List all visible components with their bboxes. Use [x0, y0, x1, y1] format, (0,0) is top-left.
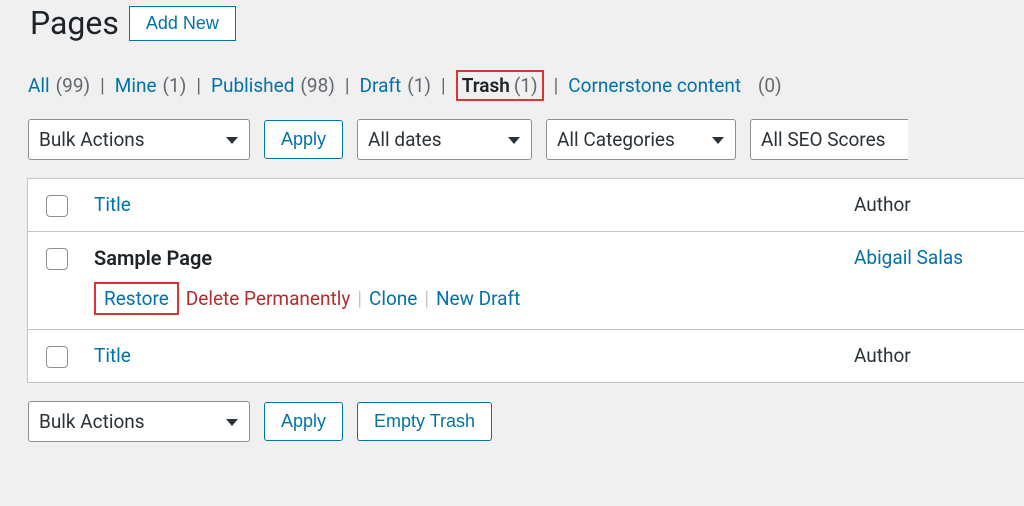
- dates-select[interactable]: All dates: [357, 119, 532, 160]
- separator: |: [550, 74, 563, 97]
- bulk-actions-select-wrap-bottom: Bulk Actions: [28, 401, 250, 442]
- filter-published[interactable]: Published: [211, 74, 294, 97]
- author-link[interactable]: Abigail Salas: [854, 246, 963, 269]
- column-author-header: Author: [854, 193, 911, 216]
- restore-highlight: Restore: [94, 282, 179, 315]
- separator: |: [192, 74, 205, 97]
- page-title: Pages: [30, 4, 119, 42]
- dates-select-wrap: All dates: [357, 119, 532, 160]
- empty-trash-button[interactable]: Empty Trash: [357, 402, 492, 441]
- row-title: Sample Page: [94, 246, 834, 282]
- add-new-button[interactable]: Add New: [129, 6, 236, 41]
- filter-all-count: (99): [56, 74, 90, 97]
- filter-draft-count: (1): [407, 74, 431, 97]
- filter-trash[interactable]: Trash: [462, 74, 510, 97]
- bulk-actions-select-bottom[interactable]: Bulk Actions: [28, 401, 250, 442]
- separator: |: [341, 74, 354, 97]
- filter-trash-highlight: Trash(1): [456, 70, 544, 101]
- separator: |: [96, 74, 109, 97]
- toolbar-bottom: Bulk Actions Apply Empty Trash: [0, 401, 1024, 442]
- filter-published-count: (98): [300, 74, 334, 97]
- delete-permanently-link[interactable]: Delete Permanently: [186, 287, 351, 310]
- column-title-header[interactable]: Title: [94, 193, 131, 216]
- categories-select[interactable]: All Categories: [546, 119, 736, 160]
- select-all-checkbox-bottom[interactable]: [46, 346, 68, 368]
- filter-draft[interactable]: Draft: [360, 74, 402, 97]
- apply-button-bottom[interactable]: Apply: [264, 402, 343, 441]
- row-checkbox[interactable]: [46, 248, 68, 270]
- bulk-actions-select-wrap: Bulk Actions: [28, 119, 250, 160]
- filter-cornerstone[interactable]: Cornerstone content: [568, 74, 741, 97]
- table-footer-row: Title Author: [28, 330, 1024, 382]
- select-all-checkbox-top[interactable]: [46, 195, 68, 217]
- pages-table: Title Author Sample Page Restore Delete …: [27, 178, 1024, 383]
- toolbar-top: Bulk Actions Apply All dates All Categor…: [0, 119, 1024, 178]
- separator: |: [357, 287, 362, 310]
- column-title-footer[interactable]: Title: [94, 344, 131, 367]
- table-header-row: Title Author: [28, 179, 1024, 232]
- seo-select-wrap: All SEO Scores: [750, 119, 908, 160]
- table-row: Sample Page Restore Delete Permanently |…: [28, 232, 1024, 330]
- row-actions: Restore Delete Permanently | Clone | New…: [94, 282, 834, 315]
- restore-link[interactable]: Restore: [104, 287, 169, 310]
- categories-select-wrap: All Categories: [546, 119, 736, 160]
- separator: |: [437, 74, 450, 97]
- seo-scores-select[interactable]: All SEO Scores: [750, 119, 908, 160]
- filter-trash-count: (1): [514, 74, 538, 97]
- filter-all[interactable]: All: [28, 74, 50, 97]
- bulk-actions-select[interactable]: Bulk Actions: [28, 119, 250, 160]
- filter-cornerstone-count: (0): [758, 74, 782, 97]
- clone-link[interactable]: Clone: [369, 287, 417, 310]
- column-author-footer: Author: [854, 344, 911, 367]
- separator: |: [424, 287, 429, 310]
- new-draft-link[interactable]: New Draft: [436, 287, 520, 310]
- filter-links: All (99) | Mine (1) | Published (98) | Draf…: [0, 42, 1024, 119]
- filter-mine-count: (1): [163, 74, 187, 97]
- filter-mine[interactable]: Mine: [115, 74, 157, 97]
- apply-button-top[interactable]: Apply: [264, 120, 343, 159]
